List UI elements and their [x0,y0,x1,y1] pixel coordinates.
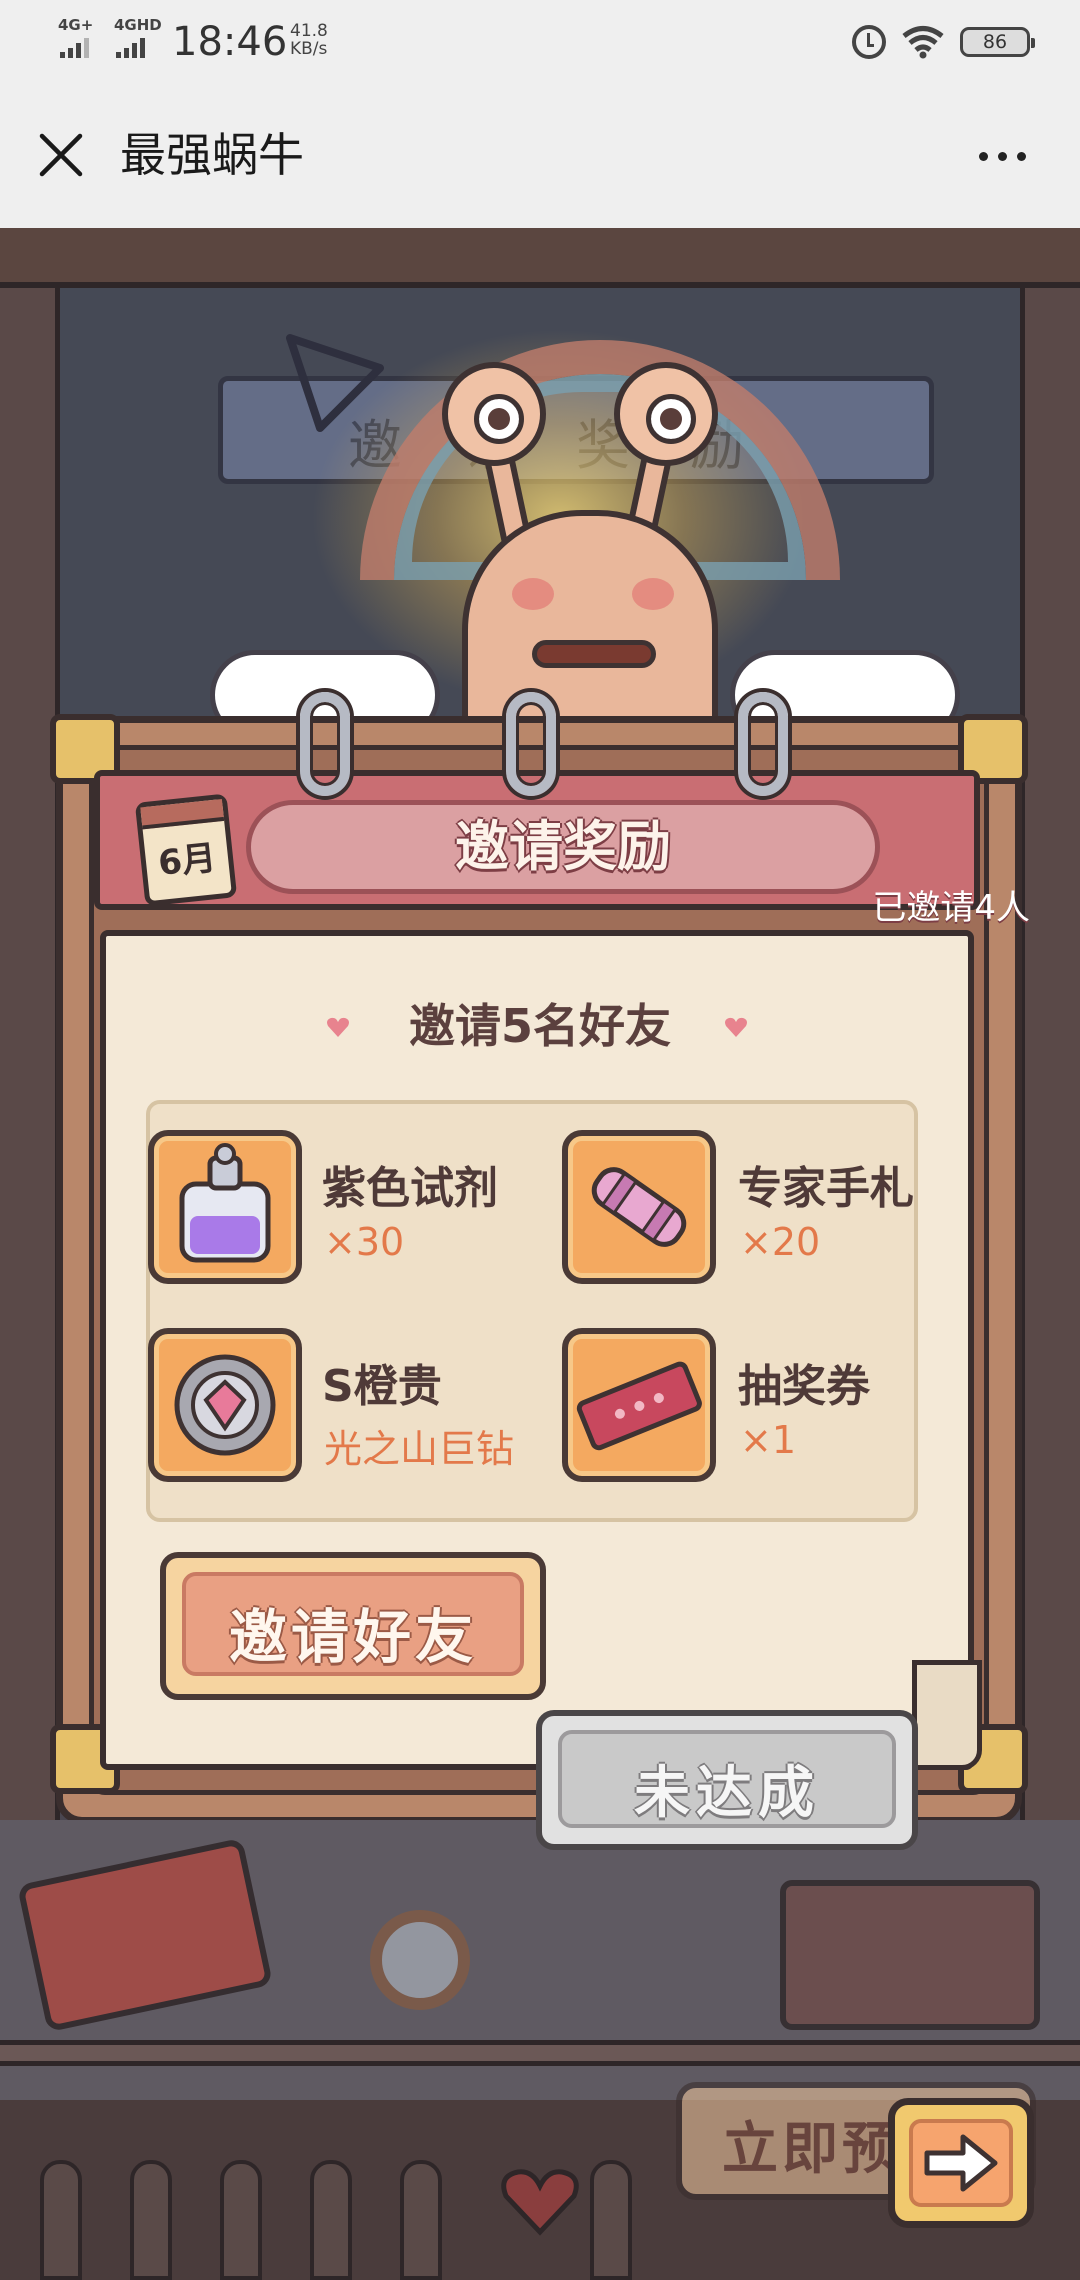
signal-icon [116,38,145,58]
close-icon[interactable] [38,132,84,178]
reward-title: 邀请奖励 [455,815,671,878]
wooden-pillar-left [0,288,60,2088]
reward-name: 紫色试剂 [322,1163,498,1214]
reward-count: 光之山巨钻 [324,1427,515,1471]
purple-potion-icon [148,1130,302,1284]
reward-count: ×30 [324,1220,405,1264]
invite-goal: 邀请5名好友 [408,999,671,1053]
page-title: 最强蜗牛 [120,128,304,182]
reward-name: 专家手札 [738,1163,914,1214]
snail-cheek [632,578,674,610]
invite-friends-label: 邀请好友 [228,1603,477,1671]
heart-icon [725,1017,747,1037]
invited-count: 已邀请4人 [872,888,1030,928]
snail-mouth [532,640,656,668]
calendar-month: 6月 [156,838,218,884]
lottery-ticket-icon [562,1328,716,1482]
clock-time: 18:46 [172,19,288,65]
not-achieved-label: 未达成 [634,1761,820,1826]
snail-cheek [512,578,554,610]
arrow-right-icon [924,2134,998,2192]
reward-count: ×20 [740,1220,821,1264]
network-speed-unit: KB/s [290,39,328,59]
title-bar: 最强蜗牛 [0,82,1080,228]
network-type-1: 4G+ [58,16,94,34]
page-curl [912,1660,982,1770]
binder-ring [506,692,556,796]
reward-count: ×1 [740,1418,797,1462]
diamond-badge-icon [148,1328,302,1482]
binder-ring [738,692,788,796]
network-speed: 41.8 KB/s [290,22,328,58]
wooden-beam [0,228,1080,288]
invite-friends-button[interactable]: 邀请好友 [160,1552,546,1700]
network-type-2: 4GHD [114,16,162,34]
wifi-icon [902,26,944,59]
expert-scroll-icon [562,1130,716,1284]
next-arrow-button[interactable] [888,2098,1034,2228]
preorder-label: 立即预 [722,2117,902,2182]
calendar-icon: 6月 [134,793,238,907]
wooden-pillar-right [1020,288,1080,2088]
alarm-icon [852,25,886,59]
signal-icon [60,38,89,58]
magnifier-decoration [370,1910,470,2010]
reward-name: S橙贵 [322,1361,442,1412]
status-bar: 4G+ 4GHD 18:46 41.8 KB/s 86 [0,0,1080,82]
snail-eye [614,362,718,466]
heart-icon [501,2169,579,2236]
more-options-icon[interactable] [979,152,1026,161]
snail-eye [442,362,546,466]
desk-edge [0,2040,1080,2066]
reward-name: 抽奖券 [738,1361,870,1412]
battery-indicator: 86 [960,27,1035,57]
battery-level: 86 [982,31,1008,53]
basket-decoration [780,1880,1040,2030]
binder-ring [300,692,350,796]
not-achieved-button[interactable]: 未达成 [536,1710,918,1850]
network-speed-value: 41.8 [290,21,328,41]
